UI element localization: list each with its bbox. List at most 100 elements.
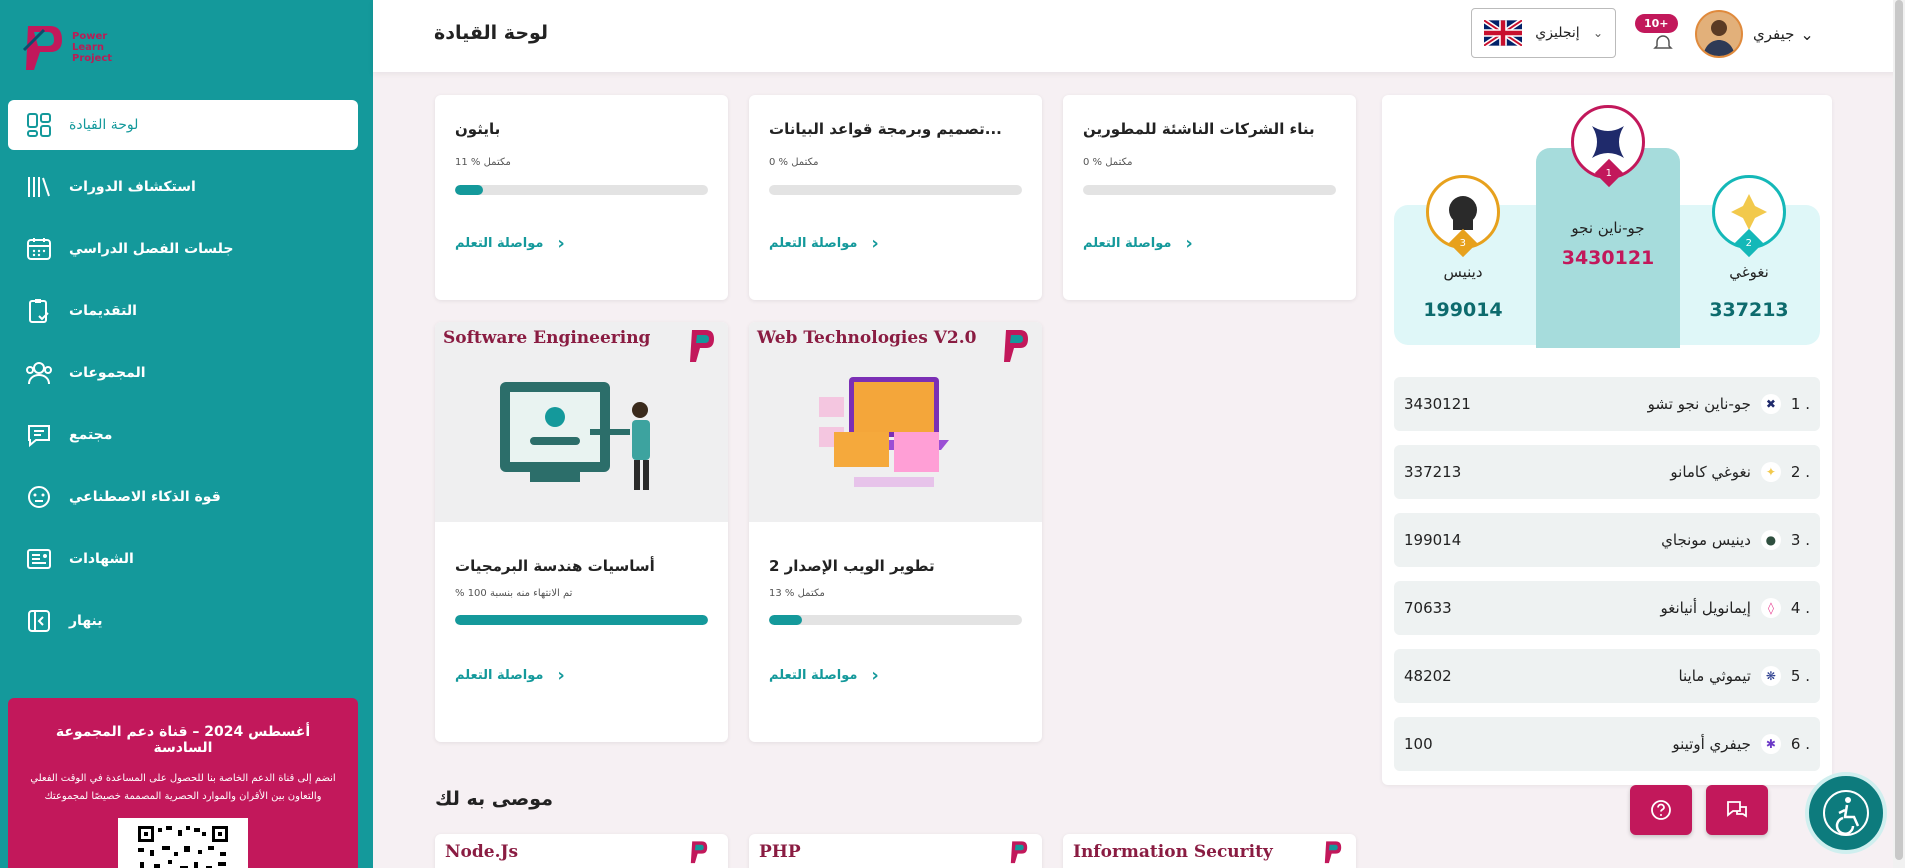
sidebar-item-collapse[interactable]: ينهار bbox=[8, 596, 358, 646]
continue-learning-link[interactable]: مواصلة التعلم › bbox=[455, 233, 565, 254]
top-header: لوحة القيادة إنجليزي ⌄ 10+ جيفري ⌄ bbox=[373, 0, 1905, 72]
chevron-right-icon: › bbox=[557, 665, 565, 686]
continue-learning-link[interactable]: مواصلة التعلم › bbox=[455, 665, 565, 686]
continue-label: مواصلة التعلم bbox=[769, 236, 858, 251]
clipboard-check-icon bbox=[25, 297, 53, 325]
chevron-down-icon: ⌄ bbox=[1800, 24, 1814, 44]
leaderboard-name: تيموثي ماينا bbox=[1678, 667, 1751, 685]
sidebar-item-certificates[interactable]: الشهادات bbox=[8, 534, 358, 584]
second-place-name: نغوغي bbox=[1729, 263, 1769, 281]
user-menu[interactable]: جيفري ⌄ bbox=[1695, 10, 1814, 58]
sidebar-item-submissions[interactable]: التقديمات bbox=[8, 286, 358, 336]
sidebar-item-dashboard[interactable]: لوحة القيادة bbox=[8, 100, 358, 150]
continue-label: مواصلة التعلم bbox=[769, 668, 858, 683]
promo-description: انضم إلى قناة الدعم الخاصة بنا للحصول عل… bbox=[30, 773, 336, 802]
language-selector[interactable]: إنجليزي ⌄ bbox=[1471, 8, 1616, 58]
course-card[interactable]: Web Technologies V2.0 تطوير الويب الإصدا… bbox=[749, 322, 1042, 742]
leaderboard-score: 70633 bbox=[1404, 599, 1452, 617]
chevron-right-icon: › bbox=[871, 665, 879, 686]
course-thumbnail: Software Engineering bbox=[435, 322, 728, 522]
leaderboard-row[interactable]: 199014 دينيس مونجاي ● 3 . bbox=[1394, 513, 1820, 567]
leaderboard-row[interactable]: 70633 إيمانويل أنيانغو ◊ 4 . bbox=[1394, 581, 1820, 635]
recommended-card[interactable]: Information Security bbox=[1063, 834, 1356, 868]
sidebar-item-label: لوحة القيادة bbox=[69, 117, 139, 133]
notification-count-badge: 10+ bbox=[1635, 14, 1678, 33]
progress-bar-fill bbox=[455, 185, 483, 195]
plp-logo-icon bbox=[688, 328, 716, 372]
help-button[interactable] bbox=[1630, 785, 1692, 835]
chat-bubbles-icon bbox=[1727, 801, 1747, 818]
language-label: إنجليزي bbox=[1535, 25, 1580, 41]
sidebar-item-ai[interactable]: قوة الذكاء الاصطناعي bbox=[8, 472, 358, 522]
user-avatar-icon: ✖ bbox=[1760, 394, 1781, 414]
accessibility-button[interactable] bbox=[1805, 772, 1887, 854]
course-progress-text: مكتمل % 0 bbox=[769, 157, 819, 168]
feedback-button[interactable] bbox=[1706, 785, 1768, 835]
x-avatar-icon bbox=[1592, 126, 1624, 158]
recommended-card[interactable]: Node.Js bbox=[435, 834, 728, 868]
notifications-button[interactable]: 10+ bbox=[1633, 14, 1683, 54]
logo[interactable]: Power Learn Project bbox=[20, 12, 130, 82]
sidebar-item-sessions[interactable]: جلسات الفصل الدراسي bbox=[8, 224, 358, 274]
recommended-title-text: PHP bbox=[759, 842, 801, 862]
leaderboard-score: 100 bbox=[1404, 735, 1433, 753]
recommended-card[interactable]: PHP bbox=[749, 834, 1042, 868]
leaderboard-score: 3430121 bbox=[1404, 395, 1471, 413]
sidebar-item-community[interactable]: مجتمع bbox=[8, 410, 358, 460]
leaderboard-row[interactable]: 100 جيفري أوتينو ✱ 6 . bbox=[1394, 717, 1820, 771]
progress-bar bbox=[1083, 185, 1336, 195]
leaderboard-name: جو-ناين نجو تشو bbox=[1647, 395, 1751, 413]
course-progress-text: مكتمل % 11 bbox=[455, 157, 511, 168]
thumbnail-title: Web Technologies V2.0 bbox=[757, 328, 977, 348]
continue-label: مواصلة التعلم bbox=[455, 236, 544, 251]
leaderboard-name: جيفري أوتينو bbox=[1672, 735, 1751, 753]
progress-bar bbox=[455, 185, 708, 195]
scrollbar[interactable] bbox=[1893, 0, 1905, 868]
course-progress-text: مكتمل % 0 bbox=[1083, 157, 1133, 168]
recommended-title: موصى به لك bbox=[435, 788, 553, 810]
course-card[interactable]: Software Engineering أساسيات هندسة البرم… bbox=[435, 322, 728, 742]
question-icon bbox=[1651, 800, 1671, 820]
leaderboard-row[interactable]: 3430121 جو-ناين نجو تشو ✖ 1 . bbox=[1394, 377, 1820, 431]
continue-learning-link[interactable]: مواصلة التعلم › bbox=[769, 665, 879, 686]
books-icon bbox=[25, 173, 53, 201]
scrollbar-thumb[interactable] bbox=[1895, 0, 1903, 860]
sidebar-item-label: جلسات الفصل الدراسي bbox=[69, 241, 234, 257]
certificate-icon bbox=[25, 545, 53, 573]
uk-flag-icon bbox=[1482, 18, 1524, 48]
course-thumbnail: Web Technologies V2.0 bbox=[749, 322, 1042, 522]
sidebar-item-courses[interactable]: استكشاف الدورات bbox=[8, 162, 358, 212]
first-place-score: 3430121 bbox=[1561, 247, 1655, 269]
course-card[interactable]: تصميم وبرمجة قواعد البيانات... مكتمل % 0… bbox=[749, 95, 1042, 300]
sidebar-item-label: استكشاف الدورات bbox=[69, 179, 196, 195]
chevron-right-icon: › bbox=[871, 233, 879, 254]
user-avatar-icon: ● bbox=[1760, 530, 1781, 550]
progress-bar bbox=[455, 615, 708, 625]
progress-bar-fill bbox=[455, 615, 708, 625]
sidebar-item-label: قوة الذكاء الاصطناعي bbox=[69, 489, 221, 505]
course-card[interactable]: بناء الشركات الناشئة للمطورين مكتمل % 0 … bbox=[1063, 95, 1356, 300]
continue-learning-link[interactable]: مواصلة التعلم › bbox=[1083, 233, 1193, 254]
sidebar-item-label: المجموعات bbox=[69, 365, 146, 381]
leaderboard-row[interactable]: 48202 تيموثي ماينا ❋ 5 . bbox=[1394, 649, 1820, 703]
plp-logo-icon bbox=[1002, 328, 1030, 372]
leaderboard-name: نغوغي كامانو bbox=[1670, 463, 1751, 481]
course-title: تطوير الويب الإصدار 2 bbox=[769, 557, 935, 575]
chevron-right-icon: › bbox=[1185, 233, 1193, 254]
user-avatar-icon: ❋ bbox=[1760, 666, 1781, 686]
leaderboard-score: 337213 bbox=[1404, 463, 1462, 481]
thumbnail-title: Software Engineering bbox=[443, 328, 651, 348]
avatar bbox=[1695, 10, 1743, 58]
course-card[interactable]: بايثون مكتمل % 11 مواصلة التعلم › bbox=[435, 95, 728, 300]
support-channel-promo[interactable]: أغسطس 2024 – قناة دعم المجموعة السادسة ا… bbox=[8, 698, 358, 868]
continue-learning-link[interactable]: مواصلة التعلم › bbox=[769, 233, 879, 254]
leaderboard-score: 199014 bbox=[1404, 531, 1462, 549]
sidebar-item-label: مجتمع bbox=[69, 427, 113, 443]
sidebar-item-groups[interactable]: المجموعات bbox=[8, 348, 358, 398]
chevron-down-icon: ⌄ bbox=[1592, 26, 1603, 40]
second-place-score: 337213 bbox=[1709, 299, 1789, 321]
sidebar-item-label: التقديمات bbox=[69, 303, 137, 319]
chat-icon bbox=[25, 421, 53, 449]
progress-bar-fill bbox=[769, 615, 802, 625]
leaderboard-row[interactable]: 337213 نغوغي كامانو ✦ 2 . bbox=[1394, 445, 1820, 499]
